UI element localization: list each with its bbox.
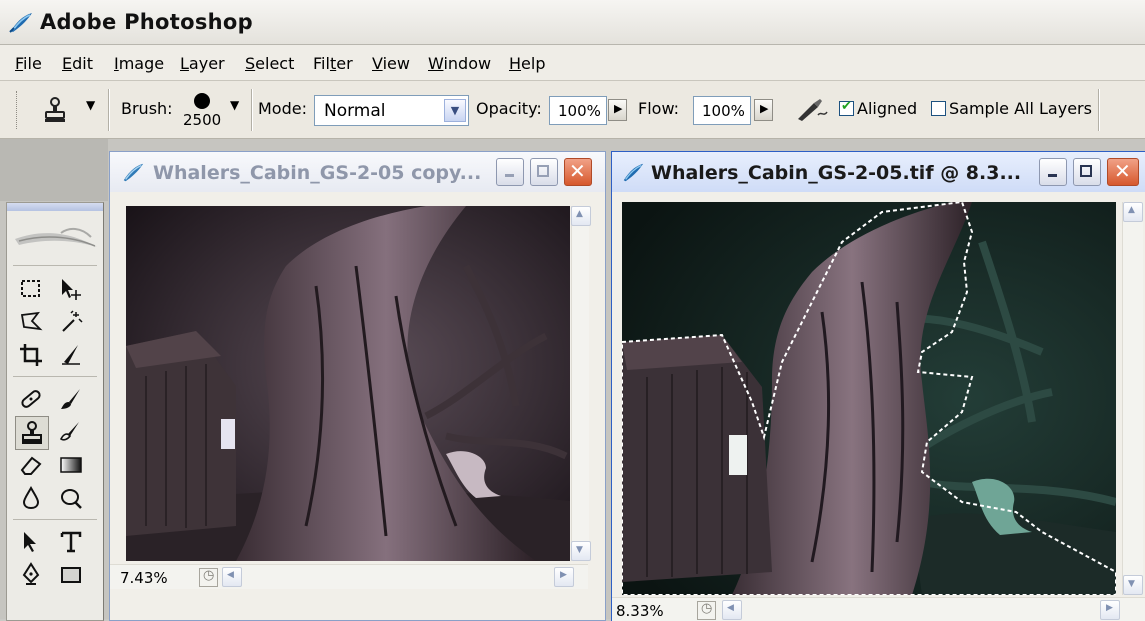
clone-stamp-preset-icon[interactable] — [42, 96, 68, 124]
close-button[interactable]: ✕ — [564, 158, 592, 186]
scroll-up-button[interactable]: ▲ — [571, 206, 591, 226]
palette-well — [0, 139, 108, 201]
crop-tool-icon[interactable] — [15, 339, 47, 371]
feather-logo-icon[interactable] — [11, 217, 99, 253]
menu-file[interactable]: File — [15, 54, 42, 73]
document-window-original: Whalers_Cabin_GS-2-05.tif @ 8.3... ✕ ▲ ▼ — [611, 151, 1145, 621]
eraser-tool-icon[interactable] — [15, 449, 47, 481]
zoom-level[interactable]: 8.33% — [616, 602, 664, 620]
preset-dropdown-icon[interactable]: ▼ — [86, 98, 95, 112]
status-menu-button[interactable]: ◷ — [199, 568, 218, 587]
mode-value: Normal — [324, 101, 386, 121]
dodge-tool-icon[interactable] — [55, 482, 87, 514]
document-title: Whalers_Cabin_GS-2-05.tif @ 8.3... — [651, 162, 1022, 184]
document-canvas[interactable] — [126, 206, 570, 561]
scroll-left-button[interactable]: ◀ — [722, 600, 742, 620]
type-tool-icon[interactable] — [55, 526, 87, 558]
brush-tool-icon[interactable] — [55, 383, 87, 415]
marquee-tool-icon[interactable] — [15, 273, 47, 305]
airbrush-icon[interactable] — [794, 97, 830, 123]
mode-select[interactable]: Normal ▼ — [314, 95, 469, 126]
document-canvas[interactable] — [621, 200, 1118, 596]
document-title-bar[interactable]: Whalers_Cabin_GS-2-05.tif @ 8.3... ✕ — [612, 152, 1145, 192]
status-bar: 7.43% ◷ ◀ ▶ — [110, 564, 588, 589]
lasso-tool-icon[interactable] — [15, 306, 47, 338]
toolbox-header[interactable] — [7, 203, 103, 211]
toolbox — [6, 202, 104, 621]
flow-slider-button[interactable]: ▶ — [754, 99, 773, 121]
flow-input[interactable]: 100% — [693, 96, 751, 125]
scroll-down-button[interactable]: ▼ — [571, 541, 591, 561]
gradient-tool-icon[interactable] — [55, 449, 87, 481]
status-menu-button[interactable]: ◷ — [697, 601, 716, 620]
brush-dropdown-icon[interactable]: ▼ — [230, 98, 239, 112]
photoshop-feather-icon — [9, 13, 32, 33]
menu-view[interactable]: View — [372, 54, 410, 73]
mode-dropdown-icon[interactable]: ▼ — [444, 99, 466, 122]
brush-size: 2500 — [183, 111, 222, 129]
flow-label: Flow: — [638, 99, 680, 118]
maximize-button[interactable] — [1073, 158, 1101, 186]
scroll-right-button[interactable]: ▶ — [1100, 600, 1120, 620]
scroll-up-button[interactable]: ▲ — [1123, 202, 1143, 222]
opacity-label: Opacity: — [476, 99, 542, 118]
document-window-copy: Whalers_Cabin_GS-2-05 copy... ✕ ▲ ▼ 7.43… — [109, 151, 606, 621]
sample-all-layers-checkbox[interactable] — [931, 101, 946, 116]
pen-tool-icon[interactable] — [15, 559, 47, 591]
aligned-label: Aligned — [857, 99, 918, 118]
document-title: Whalers_Cabin_GS-2-05 copy... — [153, 162, 482, 184]
scroll-right-button[interactable]: ▶ — [554, 567, 574, 587]
document-title-bar[interactable]: Whalers_Cabin_GS-2-05 copy... ✕ — [110, 152, 605, 192]
menu-layer[interactable]: Layer — [180, 54, 225, 73]
menu-edit[interactable]: Edit — [62, 54, 93, 73]
clone-stamp-tool-icon[interactable] — [15, 416, 49, 450]
whalers-cabin-image[interactable] — [126, 206, 570, 561]
document-feather-icon — [623, 163, 644, 182]
sample-all-layers-label: Sample All Layers — [949, 99, 1092, 118]
flow-value: 100% — [702, 102, 745, 120]
magic-wand-tool-icon[interactable] — [55, 306, 87, 338]
menu-select[interactable]: Select — [245, 54, 294, 73]
history-brush-tool-icon[interactable] — [55, 416, 87, 448]
blur-tool-icon[interactable] — [15, 482, 47, 514]
menu-image[interactable]: Image — [114, 54, 164, 73]
slice-tool-icon[interactable] — [55, 339, 87, 371]
minimize-button[interactable] — [496, 158, 524, 186]
app-title-bar: Adobe Photoshop — [0, 0, 1145, 45]
brush-label: Brush: — [121, 99, 173, 118]
minimize-button[interactable] — [1039, 158, 1067, 186]
rectangle-shape-tool-icon[interactable] — [55, 559, 87, 591]
healing-brush-tool-icon[interactable] — [15, 383, 47, 415]
options-bar-grip[interactable] — [16, 91, 20, 129]
app-title: Adobe Photoshop — [40, 10, 253, 34]
vertical-scrollbar[interactable]: ▲ ▼ — [1122, 202, 1143, 595]
status-bar: 8.33% ◷ ◀ ▶ — [612, 597, 1145, 621]
aligned-checkbox[interactable]: ✔ — [839, 99, 854, 116]
tool-options-bar: ▼ Brush: 2500 ▼ Mode: Normal ▼ Opacity: … — [0, 81, 1145, 139]
brush-preview-icon[interactable] — [194, 93, 210, 109]
close-button[interactable]: ✕ — [1107, 158, 1139, 186]
opacity-value: 100% — [558, 102, 601, 120]
maximize-button[interactable] — [530, 158, 558, 186]
whalers-cabin-selection-image[interactable] — [621, 200, 1118, 596]
menu-bar: File Edit Image Layer Select Filter View Window… — [0, 45, 1145, 81]
scroll-down-button[interactable]: ▼ — [1123, 575, 1143, 595]
path-selection-tool-icon[interactable] — [15, 526, 47, 558]
move-tool-icon[interactable] — [55, 273, 87, 305]
opacity-input[interactable]: 100% — [549, 96, 607, 125]
opacity-slider-button[interactable]: ▶ — [608, 99, 627, 121]
mode-label: Mode: — [258, 99, 307, 118]
scroll-left-button[interactable]: ◀ — [222, 567, 242, 587]
menu-window[interactable]: Window — [428, 54, 491, 73]
document-feather-icon — [123, 163, 144, 182]
menu-filter[interactable]: Filter — [313, 54, 353, 73]
vertical-scrollbar[interactable]: ▲ ▼ — [571, 206, 591, 561]
zoom-level[interactable]: 7.43% — [120, 569, 168, 587]
menu-help[interactable]: Help — [509, 54, 545, 73]
